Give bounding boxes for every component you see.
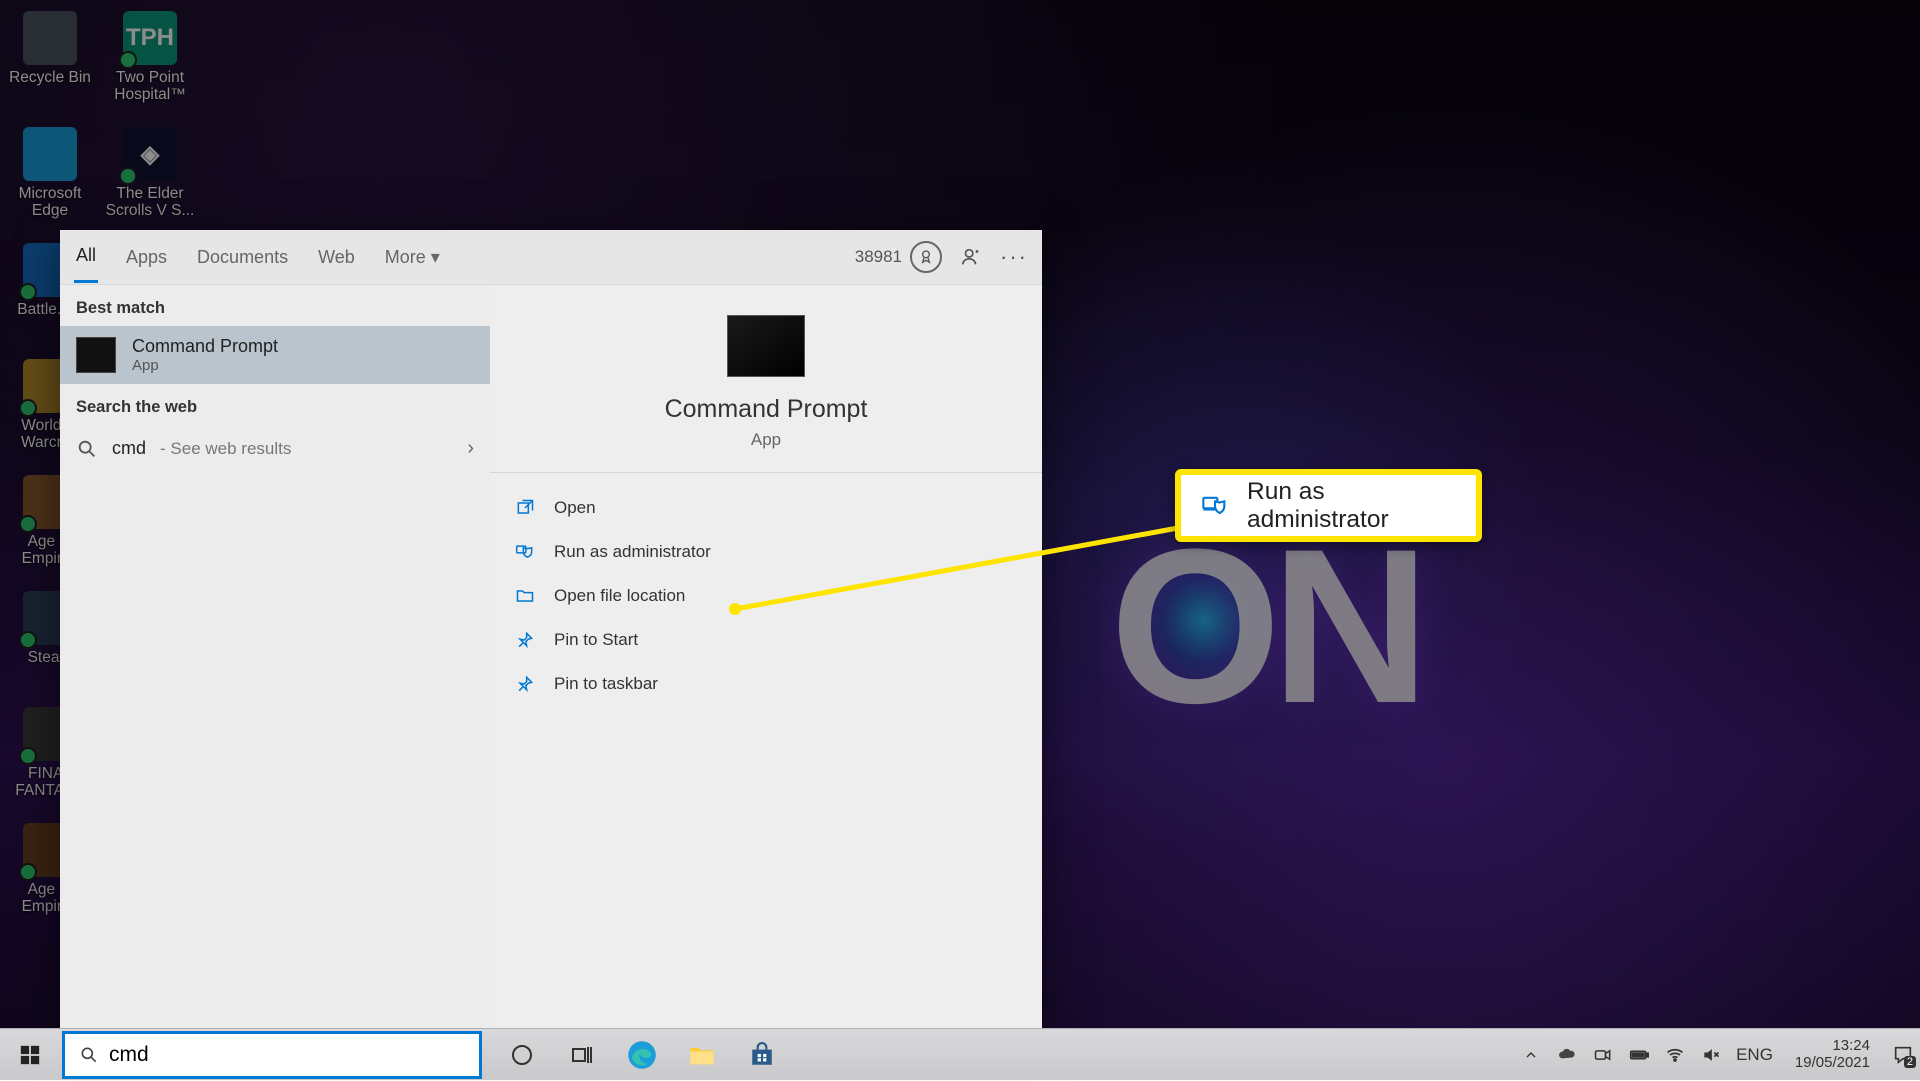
action-label: Pin to taskbar (554, 674, 658, 694)
action-open[interactable]: Open (508, 489, 1024, 527)
action-open-file-location[interactable]: Open file location (508, 577, 1024, 615)
action-label: Open (554, 498, 596, 518)
tab-documents[interactable]: Documents (195, 233, 290, 282)
callout-run-as-admin: Run as administrator (1175, 469, 1482, 542)
start-button[interactable] (0, 1029, 60, 1081)
task-view-button[interactable] (552, 1029, 612, 1081)
tab-more[interactable]: More ▾ (383, 233, 442, 282)
battery-icon[interactable] (1628, 1044, 1650, 1066)
wifi-icon[interactable] (1664, 1044, 1686, 1066)
open-icon (514, 497, 536, 519)
action-label: Pin to Start (554, 630, 638, 650)
admin-shield-icon (1201, 492, 1229, 520)
result-preview-pane: Command Prompt App Open Run as administra… (490, 285, 1042, 1030)
folder-icon (514, 585, 536, 607)
web-hint-text: - See web results (160, 439, 291, 459)
admin-icon (514, 541, 536, 563)
pin-icon (514, 673, 536, 695)
rewards-badge-icon (910, 241, 942, 273)
best-match-heading: Best match (60, 285, 490, 326)
preview-title: Command Prompt (665, 395, 868, 424)
action-run-as-administrator[interactable]: Run as administrator (508, 533, 1024, 571)
taskbar-app-explorer[interactable] (672, 1029, 732, 1081)
meet-now-icon[interactable] (1592, 1044, 1614, 1066)
system-tray: ENG 13:24 19/05/2021 2 (1520, 1038, 1920, 1071)
web-query-text: cmd (112, 438, 146, 459)
callout-dot (729, 603, 741, 615)
taskbar-search-box[interactable] (62, 1031, 482, 1079)
profile-icon[interactable] (960, 246, 982, 268)
action-label: Open file location (554, 586, 685, 606)
taskbar-app-store[interactable] (732, 1029, 792, 1081)
result-command-prompt[interactable]: Command Prompt App (60, 326, 490, 384)
taskbar-app-edge[interactable] (612, 1029, 672, 1081)
more-options-icon[interactable]: ··· (1000, 244, 1028, 270)
action-center-icon[interactable]: 2 (1892, 1044, 1914, 1066)
search-filter-tabs: All Apps Documents Web More ▾ 38981 ··· (60, 230, 1042, 285)
tray-clock[interactable]: 13:24 19/05/2021 (1787, 1038, 1878, 1071)
result-title: Command Prompt (132, 336, 278, 357)
tray-time: 13:24 (1832, 1038, 1870, 1055)
cortana-button[interactable] (492, 1029, 552, 1081)
tab-web[interactable]: Web (316, 233, 357, 282)
action-pin-to-taskbar[interactable]: Pin to taskbar (508, 665, 1024, 703)
rewards-points[interactable]: 38981 (855, 241, 942, 273)
start-search-popup: All Apps Documents Web More ▾ 38981 ··· … (60, 230, 1042, 1030)
notification-count: 2 (1904, 1056, 1916, 1068)
taskbar: ENG 13:24 19/05/2021 2 (0, 1028, 1920, 1080)
tab-apps[interactable]: Apps (124, 233, 169, 282)
search-icon (79, 1045, 99, 1065)
preview-subtitle: App (751, 430, 781, 450)
onedrive-icon[interactable] (1556, 1044, 1578, 1066)
tray-language[interactable]: ENG (1736, 1045, 1773, 1065)
preview-actions-list: Open Run as administrator Open file locati… (490, 473, 1042, 719)
result-type: App (132, 357, 278, 374)
search-web-heading: Search the web (60, 384, 490, 425)
action-label: Run as administrator (554, 542, 711, 562)
tray-chevron-up-icon[interactable] (1520, 1044, 1542, 1066)
tray-date: 19/05/2021 (1795, 1055, 1870, 1072)
callout-text: Run as administrator (1247, 478, 1456, 534)
search-icon (76, 438, 98, 460)
tab-all[interactable]: All (74, 231, 98, 283)
cmd-preview-icon (727, 315, 805, 377)
volume-mute-icon[interactable] (1700, 1044, 1722, 1066)
pin-icon (514, 629, 536, 651)
cmd-thumb-icon (76, 337, 116, 373)
action-pin-to-start[interactable]: Pin to Start (508, 621, 1024, 659)
chevron-right-icon: › (467, 437, 474, 460)
results-list-pane: Best match Command Prompt App Search the… (60, 285, 490, 1030)
search-input[interactable] (109, 1043, 465, 1067)
web-result-cmd[interactable]: cmd - See web results › (60, 425, 490, 472)
